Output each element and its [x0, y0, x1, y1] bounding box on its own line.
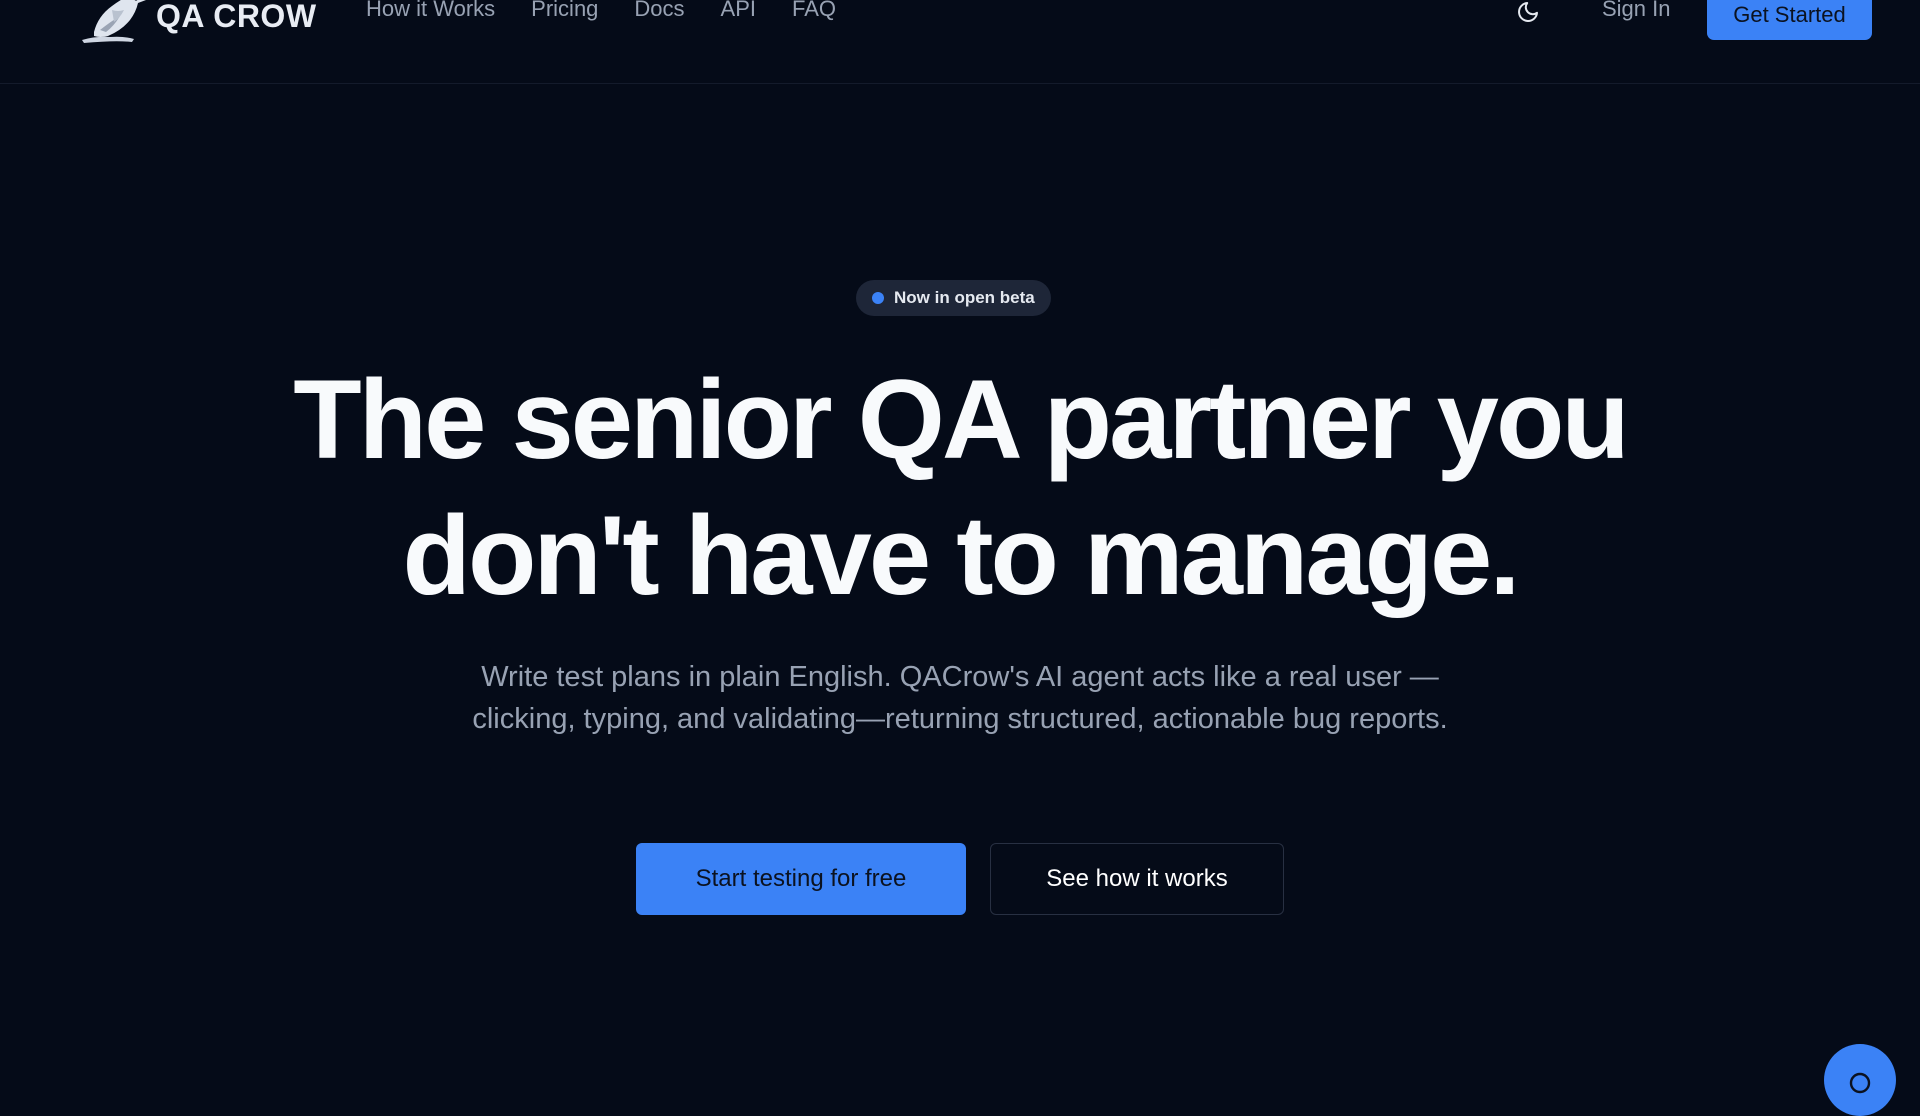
nav-link-docs[interactable]: Docs: [634, 0, 684, 22]
hero-subheading: Write test plans in plain English. QACro…: [472, 661, 1448, 735]
hero-headline-line2: don't have to manage.: [402, 493, 1521, 618]
nav-link-api[interactable]: API: [721, 0, 756, 22]
start-testing-button[interactable]: Start testing for free: [636, 843, 966, 915]
status-dot-icon: [872, 292, 884, 304]
moon-icon: [1516, 0, 1540, 29]
chat-icon: [1847, 1070, 1873, 1101]
sign-in-link[interactable]: Sign In: [1602, 0, 1671, 22]
see-how-it-works-button[interactable]: See how it works: [990, 843, 1284, 915]
top-navbar: QA CROW How it Works Pricing Docs API FA…: [0, 0, 1920, 84]
main-nav: How it Works Pricing Docs API FAQ: [366, 0, 836, 22]
theme-toggle-button[interactable]: [1512, 0, 1544, 30]
beta-badge-label: Now in open beta: [894, 288, 1035, 307]
hero-headline-line1: The senior QA partner you: [293, 357, 1630, 482]
crow-logo-icon: [76, 0, 150, 46]
logo-text: QA CROW: [156, 0, 317, 34]
beta-badge: Now in open beta: [856, 280, 1051, 316]
nav-link-faq[interactable]: FAQ: [792, 0, 836, 22]
chat-widget-button[interactable]: [1824, 1044, 1896, 1116]
logo-link[interactable]: QA CROW: [76, 0, 317, 46]
nav-link-pricing[interactable]: Pricing: [531, 0, 598, 22]
hero-headline: The senior QA partner you don't have to …: [0, 352, 1920, 624]
nav-link-how-it-works[interactable]: How it Works: [366, 0, 495, 22]
get-started-button[interactable]: Get Started: [1707, 0, 1872, 40]
